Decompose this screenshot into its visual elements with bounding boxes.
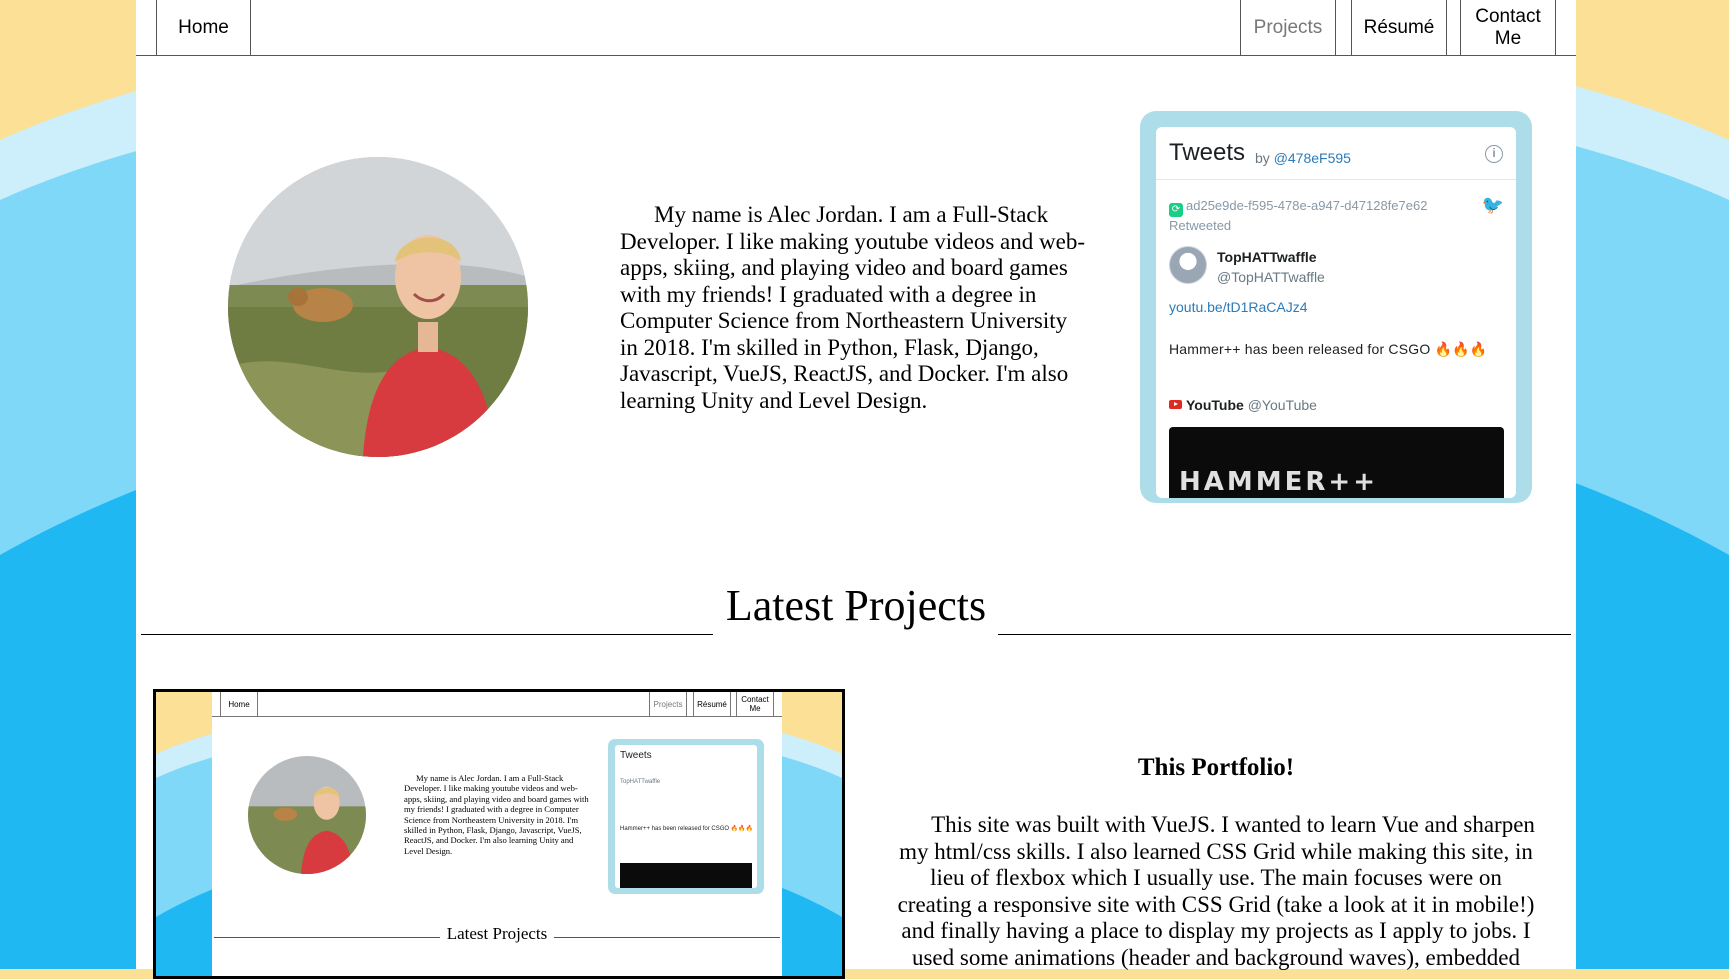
tweet-card-source[interactable]: YouTube @YouTube: [1169, 397, 1317, 413]
mini-profile-photo: [248, 756, 366, 874]
mini-twitter-widget: Tweets TopHATTwaffle Hammer++ has been r…: [608, 739, 764, 894]
project-title: This Portfolio!: [1137, 754, 1295, 781]
tweets-by: by @478eF595: [1255, 150, 1351, 166]
mini-nav: Home Projects Résumé Contact Me: [212, 692, 782, 717]
card-source-name: YouTube: [1186, 397, 1244, 413]
mini-divider-left: [214, 937, 440, 938]
youtube-icon: [1169, 400, 1182, 409]
mini-nav-contact: Contact Me: [736, 692, 774, 716]
nav-contact-link[interactable]: Contact Me: [1460, 0, 1556, 55]
project-screenshot[interactable]: Home Projects Résumé Contact Me My name …: [153, 689, 845, 979]
mini-latest-projects-heading: Latest Projects: [446, 924, 548, 943]
mini-nav-resume: Résumé: [693, 692, 731, 716]
retweeter-name[interactable]: ad25e9de-f595-478e-a947-d47128fe7e62: [1186, 198, 1427, 213]
retweeted-label: Retweeted: [1169, 218, 1232, 233]
project-description: This site was built with VueJS. I wanted…: [897, 812, 1535, 970]
retweet-icon: ⟳: [1169, 203, 1183, 217]
retweet-context: ⟳ ad25e9de-f595-478e-a947-d47128fe7e62 Re…: [1169, 197, 1499, 235]
latest-projects-heading: Latest Projects: [725, 581, 987, 630]
mini-divider-right: [554, 937, 780, 938]
section-divider-left: [141, 634, 713, 635]
video-thumbnail-text: HAMMER++: [1179, 467, 1378, 497]
tweet-text: Hammer++ has been released for CSGO 🔥🔥🔥: [1169, 341, 1488, 357]
nav-projects-link[interactable]: Projects: [1240, 0, 1336, 55]
section-divider-right: [998, 634, 1571, 635]
tweet-author-avatar[interactable]: [1169, 246, 1207, 284]
mini-page: Home Projects Résumé Contact Me My name …: [212, 692, 782, 976]
profile-photo: [228, 157, 528, 457]
tweets-handle-link[interactable]: @478eF595: [1274, 150, 1351, 166]
mini-tweet-card: Tweets TopHATTwaffle Hammer++ has been r…: [615, 745, 757, 888]
mini-bio-text: My name is Alec Jordan. I am a Full-Stac…: [404, 773, 589, 856]
mini-tweet-video: [620, 863, 752, 888]
bio-text: My name is Alec Jordan. I am a Full-Stac…: [620, 202, 1085, 413]
mini-tweet-text: Hammer++ has been released for CSGO 🔥🔥🔥: [620, 826, 754, 832]
tweets-by-label: by: [1255, 150, 1270, 166]
card-source-handle: @YouTube: [1247, 397, 1317, 413]
mini-tweet-author: TopHATTwaffle: [620, 779, 661, 785]
twitter-widget: Tweets by @478eF595 i ⟳ ad25e9de-f595-478…: [1140, 111, 1532, 503]
tweet-timeline[interactable]: Tweets by @478eF595 i ⟳ ad25e9de-f595-478…: [1156, 127, 1516, 498]
tweet-author-handle[interactable]: @TopHATTwaffle: [1217, 269, 1325, 285]
nav-home-link[interactable]: Home: [156, 0, 251, 55]
tweet-video-thumbnail[interactable]: HAMMER++: [1169, 427, 1504, 498]
mini-latest-projects: Latest Projects: [212, 924, 782, 946]
tweets-title: Tweets: [1169, 139, 1246, 166]
tweet-link[interactable]: youtu.be/tD1RaCAJz4: [1169, 299, 1308, 315]
mini-tweets-title: Tweets: [620, 750, 652, 761]
page-container: Home Projects Résumé Contact Me My name …: [136, 0, 1576, 979]
tweet-timeline-header: Tweets by @478eF595 i: [1156, 127, 1516, 180]
nav-resume-link[interactable]: Résumé: [1351, 0, 1447, 55]
info-icon[interactable]: i: [1485, 145, 1503, 163]
mini-nav-home: Home: [220, 692, 258, 716]
twitter-bird-icon[interactable]: 🐦: [1482, 195, 1504, 216]
tweet-author-name[interactable]: TopHATTwaffle: [1217, 249, 1317, 265]
mini-nav-projects: Projects: [649, 692, 687, 716]
top-nav: Home Projects Résumé Contact Me: [136, 0, 1576, 56]
